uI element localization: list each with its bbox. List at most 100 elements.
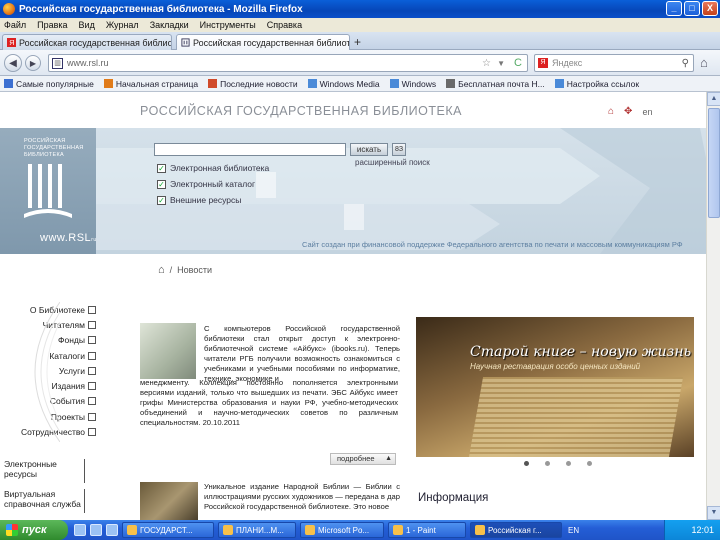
search-engine-icon[interactable]: Я <box>538 58 548 68</box>
menu-edit[interactable]: Правка <box>37 20 67 30</box>
news-thumbnail-2[interactable] <box>140 482 198 520</box>
checkbox-external-resources[interactable]: ✓ Внешние ресурсы <box>157 195 241 205</box>
bookmark-item[interactable]: Последние новости <box>208 79 298 89</box>
menu-help[interactable]: Справка <box>267 20 302 30</box>
banner-footer-text: Сайт создан при финансовой поддержке Фед… <box>302 240 683 249</box>
quick-launch-icon[interactable] <box>90 524 102 536</box>
bookmark-windows-icon <box>389 79 399 88</box>
side-link-virtual-help[interactable]: Виртуальная справочная служба <box>4 489 85 513</box>
menu-bookmarks[interactable]: Закладки <box>150 20 189 30</box>
news-item-1-text: С компьютеров Российской государственной… <box>204 324 400 383</box>
firefox-icon <box>3 3 15 15</box>
news-more-button[interactable]: подробнее ▲ <box>330 453 396 465</box>
svg-text:Я: Я <box>9 38 14 47</box>
checkbox-e-library[interactable]: ✓ Электронная библиотека <box>157 163 269 173</box>
site-title[interactable]: РОССИЙСКАЯ ГОСУДАРСТВЕННАЯ БИБЛИОТЕКА <box>140 104 462 118</box>
bookmark-page-icon <box>554 79 564 88</box>
taskbar: пуск ГОСУДАРСТ... ПЛАНИ...М... Microsoft… <box>0 520 720 540</box>
scroll-up-icon[interactable]: ▲ <box>707 92 720 106</box>
logo-text: РОССИЙСКАЯ ГОСУДАРСТВЕННАЯ БИБЛИОТЕКА <box>24 138 84 158</box>
menu-view[interactable]: Вид <box>79 20 95 30</box>
scroll-down-icon[interactable]: ▼ <box>707 506 720 520</box>
side-link-divider <box>83 459 85 483</box>
bookmark-item[interactable]: Настройка ссылок <box>554 79 639 89</box>
bookmark-firefox-icon <box>103 79 113 88</box>
bookmark-star-icon[interactable]: ☆ <box>482 58 491 69</box>
slider-dot[interactable] <box>545 461 550 466</box>
slider-dots <box>524 461 592 466</box>
news-thumbnail-1[interactable] <box>140 323 196 379</box>
forward-button[interactable]: ▶ <box>25 55 41 71</box>
menu-history[interactable]: Журнал <box>106 20 139 30</box>
favicon-ya-icon: Я <box>7 38 16 47</box>
search-magnifier-icon[interactable]: ⚲ <box>682 58 689 69</box>
nav-bullet-icon <box>88 382 96 391</box>
advanced-search-link[interactable]: расширенный поиск <box>355 158 430 167</box>
navigation-bar: ◀ ▶ ▥ www.rsl.ru ☆ ▼ C Я Яндекс ⚲ ⌂ <box>0 50 720 76</box>
maximize-button[interactable]: □ <box>684 1 700 16</box>
taskbar-item[interactable]: ГОСУДАРСТ... <box>122 522 214 538</box>
close-button[interactable]: X <box>702 1 718 16</box>
favicon-rsl-icon <box>181 38 190 47</box>
url-bar[interactable]: ▥ www.rsl.ru ☆ ▼ C <box>48 54 528 72</box>
url-text: www.rsl.ru <box>67 58 109 68</box>
nav-bullet-icon <box>88 320 96 329</box>
bookmark-item[interactable]: Windows Media <box>307 79 380 89</box>
search-placeholder: Яндекс <box>552 58 583 68</box>
site-search-input[interactable] <box>154 143 346 156</box>
checkbox-check-icon[interactable]: ✓ <box>157 179 166 189</box>
search-bar[interactable]: Я Яндекс ⚲ <box>534 54 694 72</box>
sitemap-icon[interactable]: ✥ <box>624 106 632 117</box>
clock[interactable]: 12:01 <box>691 525 714 535</box>
menu-file[interactable]: Файл <box>4 20 26 30</box>
tab-1-label: Российская государственная библиот... <box>19 37 172 48</box>
quick-launch-icon[interactable] <box>74 524 86 536</box>
vertical-scrollbar[interactable]: ▲ ▼ <box>706 92 720 520</box>
nav-bullet-icon <box>88 336 96 345</box>
menu-tools[interactable]: Инструменты <box>200 20 256 30</box>
site-search-button[interactable]: искать <box>350 143 388 156</box>
slider-dot[interactable] <box>566 461 571 466</box>
slider-dot[interactable] <box>587 461 592 466</box>
bookmark-page-icon <box>446 79 456 88</box>
promo-slider[interactable]: Старой книге – новую жизнь Научная реста… <box>416 317 694 457</box>
quick-launch <box>74 524 118 536</box>
bookmark-item[interactable]: Самые популярные <box>4 79 94 89</box>
bookmark-page-icon <box>307 79 317 88</box>
nav-bullet-icon <box>88 412 96 421</box>
scroll-thumb[interactable] <box>708 108 720 218</box>
language-indicator[interactable]: EN <box>568 526 579 535</box>
site-identity-icon: ▥ <box>52 57 63 69</box>
taskbar-item-active[interactable]: Российская г... <box>470 522 562 538</box>
home-icon[interactable]: ⌂ <box>608 106 614 117</box>
tab-2[interactable]: Российская государственная библиот... × <box>176 34 350 50</box>
checkbox-e-catalog[interactable]: ✓ Электронный каталог <box>157 179 255 189</box>
reload-icon[interactable]: C <box>514 57 522 69</box>
url-dropdown-icon[interactable]: ▼ <box>497 59 505 68</box>
checkbox-check-icon[interactable]: ✓ <box>157 195 166 205</box>
side-link-e-resources[interactable]: Электронные ресурсы <box>4 459 85 483</box>
home-icon[interactable]: ⌂ <box>700 55 708 70</box>
taskbar-item[interactable]: ПЛАНИ...М... <box>218 522 296 538</box>
new-tab-button[interactable]: + <box>354 35 361 49</box>
taskbar-item[interactable]: 1 - Paint <box>388 522 466 538</box>
bookmark-item[interactable]: Бесплатная почта H... <box>446 79 545 89</box>
quick-launch-icon[interactable] <box>106 524 118 536</box>
breadcrumb-home-icon[interactable]: ⌂ <box>158 264 165 276</box>
minimize-button[interactable]: _ <box>666 1 682 16</box>
bookmark-item[interactable]: Windows <box>389 79 436 89</box>
bookmark-item[interactable]: Начальная страница <box>103 79 198 89</box>
slider-dot[interactable] <box>524 461 529 466</box>
menu-bar: Файл Правка Вид Журнал Закладки Инструме… <box>0 18 720 32</box>
nav-bullet-icon <box>88 351 96 360</box>
start-button[interactable]: пуск <box>0 520 68 540</box>
news-item-2-text: Уникальное издание Народной Библии — Биб… <box>204 482 400 511</box>
taskbar-item[interactable]: Microsoft Po... <box>300 522 384 538</box>
rsl-logo-icon[interactable] <box>22 160 74 228</box>
tab-1[interactable]: Я Российская государственная библиот... … <box>2 34 172 50</box>
back-button[interactable]: ◀ <box>4 54 22 72</box>
system-tray: 12:01 <box>664 520 720 540</box>
extended-search-button[interactable]: 8З <box>392 143 406 156</box>
language-link[interactable]: en <box>642 107 652 117</box>
checkbox-check-icon[interactable]: ✓ <box>157 163 166 173</box>
